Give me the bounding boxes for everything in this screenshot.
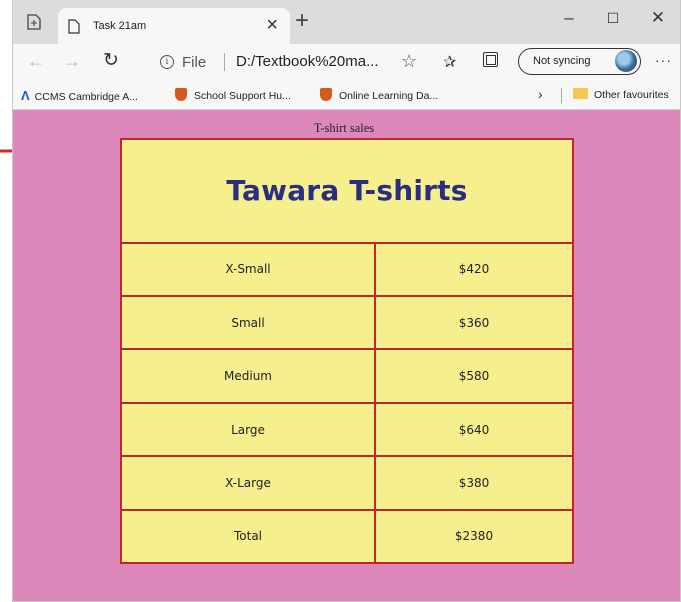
table-row: Large $640 bbox=[120, 401, 574, 458]
other-favourites[interactable]: Other favourites bbox=[573, 88, 669, 101]
file-label: File bbox=[182, 54, 207, 71]
favorite-item-school-support[interactable]: School Support Hu... bbox=[175, 88, 291, 102]
sales-cell: $2380 bbox=[374, 508, 574, 565]
other-favourites-label: Other favourites bbox=[594, 89, 669, 101]
back-icon[interactable]: ← bbox=[27, 50, 45, 72]
table-header-row: Tawara T-shirts bbox=[120, 138, 574, 244]
sync-status: Not syncing bbox=[533, 55, 591, 67]
favorite-label: CCMS Cambridge A... bbox=[34, 91, 138, 103]
refresh-icon[interactable]: ↻ bbox=[103, 50, 119, 72]
table-caption: T-shirt sales bbox=[313, 121, 375, 135]
close-window-button[interactable]: ✕ bbox=[645, 8, 671, 28]
favorites-bar: Λ CCMS Cambridge A... School Support Hu..… bbox=[13, 80, 680, 110]
url-text[interactable]: D:/Textbook%20ma... bbox=[236, 53, 379, 70]
tab-title: Task 21am bbox=[93, 20, 147, 32]
browser-window: Task 21am × + – ☐ ✕ ← → ↻ i File D:/Text… bbox=[12, 0, 681, 602]
table-row: X-Small $420 bbox=[120, 241, 574, 298]
shield-icon bbox=[320, 88, 332, 101]
size-cell: Large bbox=[120, 401, 376, 458]
size-cell: Small bbox=[120, 295, 376, 351]
page-icon bbox=[68, 19, 80, 34]
address-bar[interactable]: i File D:/Textbook%20ma... ☆ bbox=[151, 49, 493, 75]
sales-table: Tawara T-shirts X-Small $420 Small $360 … bbox=[120, 138, 574, 565]
sales-cell: $580 bbox=[374, 348, 574, 404]
sales-cell: $380 bbox=[374, 455, 574, 511]
navigation-bar: ← → ↻ i File D:/Textbook%20ma... ☆ ✰ Not… bbox=[13, 44, 680, 80]
favorite-label: School Support Hu... bbox=[194, 90, 291, 102]
favorite-label: Online Learning Da... bbox=[339, 90, 439, 102]
table-row: Small $360 bbox=[120, 295, 574, 351]
table-row: Medium $580 bbox=[120, 348, 574, 404]
sales-cell: $420 bbox=[374, 241, 574, 298]
size-cell: X-Small bbox=[120, 241, 376, 298]
table-row-total: Total $2380 bbox=[120, 508, 574, 565]
address-separator bbox=[224, 53, 225, 71]
size-cell: Total bbox=[120, 508, 376, 565]
maximize-button[interactable]: ☐ bbox=[600, 8, 626, 28]
star-icon[interactable]: ☆ bbox=[401, 51, 417, 72]
table-row: X-Large $380 bbox=[120, 455, 574, 511]
favorites-icon[interactable]: ✰ bbox=[443, 52, 456, 72]
shield-icon bbox=[175, 88, 187, 101]
forward-icon[interactable]: → bbox=[63, 50, 81, 72]
ccms-logo-icon: Λ bbox=[21, 88, 30, 103]
tab-task-21am[interactable]: Task 21am × bbox=[58, 8, 290, 44]
avatar bbox=[615, 50, 637, 72]
minimize-button[interactable]: – bbox=[556, 8, 582, 28]
size-cell: Medium bbox=[120, 348, 376, 404]
chevron-right-icon[interactable]: › bbox=[538, 86, 543, 102]
tab-strip: Task 21am × + – ☐ ✕ bbox=[13, 0, 680, 44]
tab-close-icon[interactable]: × bbox=[266, 15, 278, 35]
more-options-icon[interactable]: ··· bbox=[655, 52, 672, 68]
info-icon[interactable]: i bbox=[160, 55, 174, 69]
folder-icon bbox=[573, 88, 588, 99]
page-content: T-shirt sales Tawara T-shirts X-Small $4… bbox=[13, 111, 680, 601]
favorite-item-online-learning[interactable]: Online Learning Da... bbox=[320, 88, 438, 102]
sales-cell: $360 bbox=[374, 295, 574, 351]
profile-sync-button[interactable]: Not syncing bbox=[518, 48, 641, 75]
table-title-cell: Tawara T-shirts bbox=[120, 138, 574, 244]
tab-actions-icon[interactable] bbox=[27, 14, 41, 30]
sales-cell: $640 bbox=[374, 401, 574, 458]
new-tab-button[interactable]: + bbox=[295, 9, 309, 33]
table-title: Tawara T-shirts bbox=[226, 174, 468, 208]
favorites-separator bbox=[561, 88, 562, 103]
collections-icon[interactable] bbox=[483, 52, 498, 67]
size-cell: X-Large bbox=[120, 455, 376, 511]
favorite-item-ccms[interactable]: Λ CCMS Cambridge A... bbox=[21, 88, 138, 103]
